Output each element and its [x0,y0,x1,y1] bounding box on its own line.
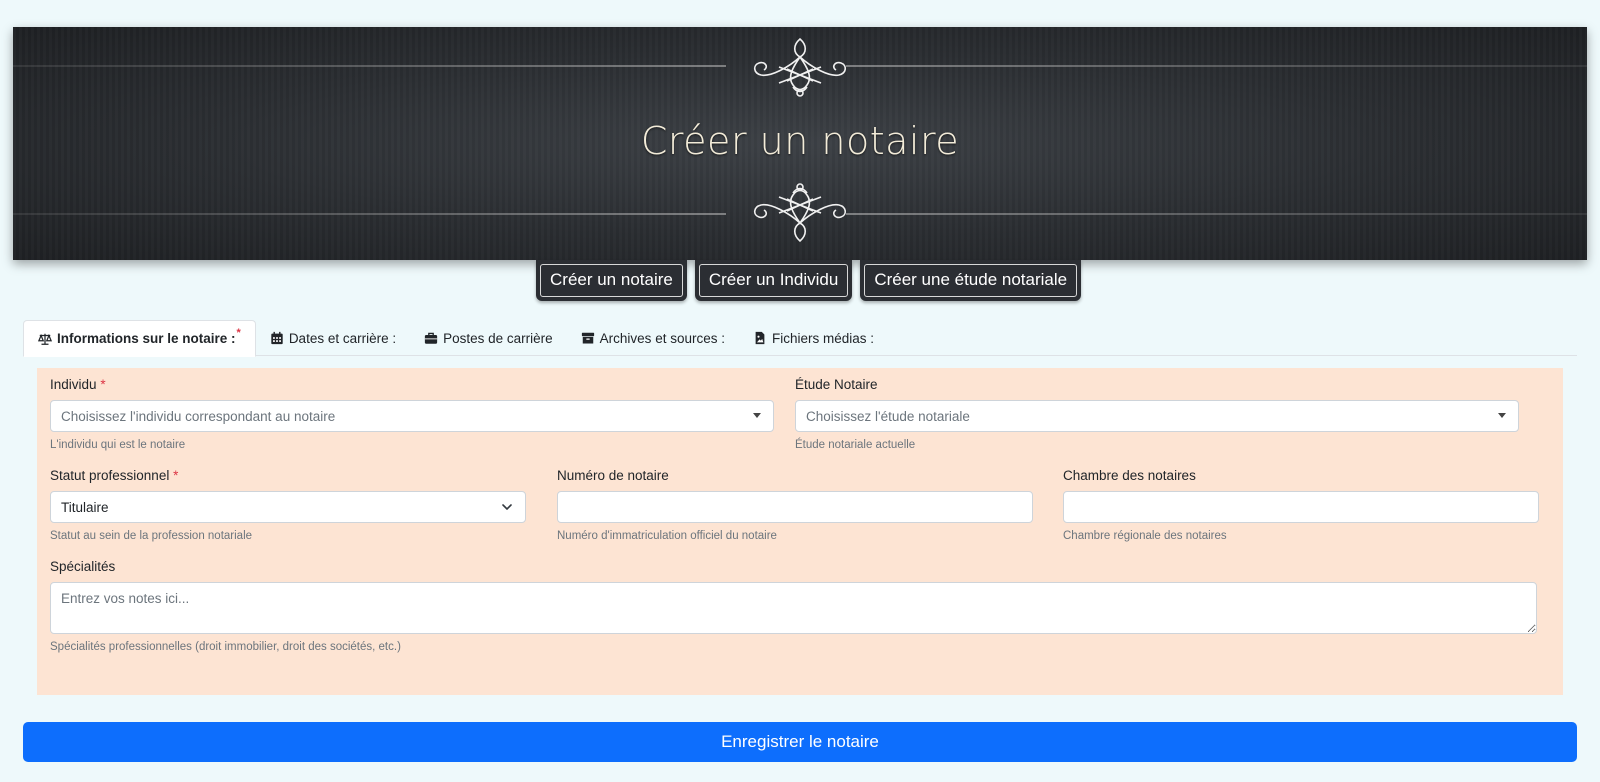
page-title: Créer un notaire [640,119,960,163]
chevron-down-icon [502,504,512,510]
tab-medias[interactable]: Fichiers médias : [739,320,888,356]
required-mark: * [173,468,179,483]
specialites-textarea[interactable] [50,582,1537,634]
individu-placeholder: Choisissez l'individu correspondant au n… [61,408,336,424]
tab-dates[interactable]: Dates et carrière : [256,320,410,356]
individu-label: Individu * [50,377,106,392]
etude-label: Étude Notaire [795,377,878,392]
tab-dates-label: Dates et carrière : [288,330,397,346]
numero-field: Numéro de notaire Numéro d'immatriculati… [557,468,1033,542]
statut-help: Statut au sein de la profession notarial… [50,530,253,542]
create-individual-button[interactable]: Créer un Individu [694,260,853,301]
chambre-label: Chambre des notaires [1063,468,1196,483]
tab-postes[interactable]: Postes de carrière [410,320,567,356]
tab-archives[interactable]: Archives et sources : [567,320,739,356]
chambre-input[interactable] [1063,491,1539,523]
tab-informations[interactable]: Informations sur le notaire : * [23,320,256,357]
file-image-icon [755,331,765,345]
create-notary-label: Créer un notaire [540,264,683,297]
etude-field: Étude Notaire Choisissez l'étude notaria… [795,377,1519,451]
numero-label: Numéro de notaire [557,468,669,483]
bottom-right-rule [846,213,1587,215]
create-office-button[interactable]: Créer une étude notariale [860,260,1082,301]
numero-help: Numéro d'immatriculation officiel du not… [557,530,777,542]
create-office-label: Créer une étude notariale [864,264,1078,297]
save-notary-button[interactable]: Enregistrer le notaire [23,722,1577,762]
header-banner: Créer un notaire [13,27,1587,260]
tab-postes-label: Postes de carrière [443,330,553,346]
archive-icon [581,332,594,344]
top-left-rule [13,65,726,67]
scale-icon [38,333,52,345]
required-mark: * [236,326,241,339]
statut-value: Titulaire [61,499,109,515]
create-notary-button[interactable]: Créer un notaire [536,260,687,301]
bottom-flourish-icon [753,183,847,243]
top-right-rule [846,65,1587,67]
specialites-field: Spécialités Spécialités professionnelles… [50,559,1537,653]
form-panel: Individu * Choisissez l'individu corresp… [37,368,1563,695]
calendar-icon [271,331,283,345]
top-flourish-icon [753,37,847,97]
chambre-field: Chambre des notaires Chambre régionale d… [1063,468,1539,542]
briefcase-icon [424,332,438,344]
numero-input[interactable] [557,491,1033,523]
statut-field: Statut professionnel * Titulaire Statut … [50,468,526,542]
etude-placeholder: Choisissez l'étude notariale [806,408,970,424]
specialites-help: Spécialités professionnelles (droit immo… [50,641,401,653]
individu-select[interactable]: Choisissez l'individu correspondant au n… [50,400,774,432]
caret-down-icon [753,413,761,418]
etude-select[interactable]: Choisissez l'étude notariale [795,400,1519,432]
tab-medias-label: Fichiers médias : [771,330,874,346]
bottom-left-rule [13,213,726,215]
specialites-label: Spécialités [50,559,116,574]
individu-help: L'individu qui est le notaire [50,439,186,451]
chambre-help: Chambre régionale des notaires [1063,530,1227,542]
individu-field: Individu * Choisissez l'individu corresp… [50,377,774,451]
statut-select[interactable]: Titulaire [50,491,526,523]
nav-buttons: Créer un notaire Créer un Individu Créer… [536,260,1082,301]
required-mark: * [100,377,106,392]
statut-label: Statut professionnel * [50,468,179,483]
form-tabs: Informations sur le notaire : * Dates et… [23,320,1577,357]
caret-down-icon [1498,413,1506,418]
etude-help: Étude notariale actuelle [795,439,916,451]
tab-archives-label: Archives et sources : [599,330,725,346]
tab-informations-label: Informations sur le notaire : [57,331,236,346]
create-individual-label: Créer un Individu [698,264,849,297]
